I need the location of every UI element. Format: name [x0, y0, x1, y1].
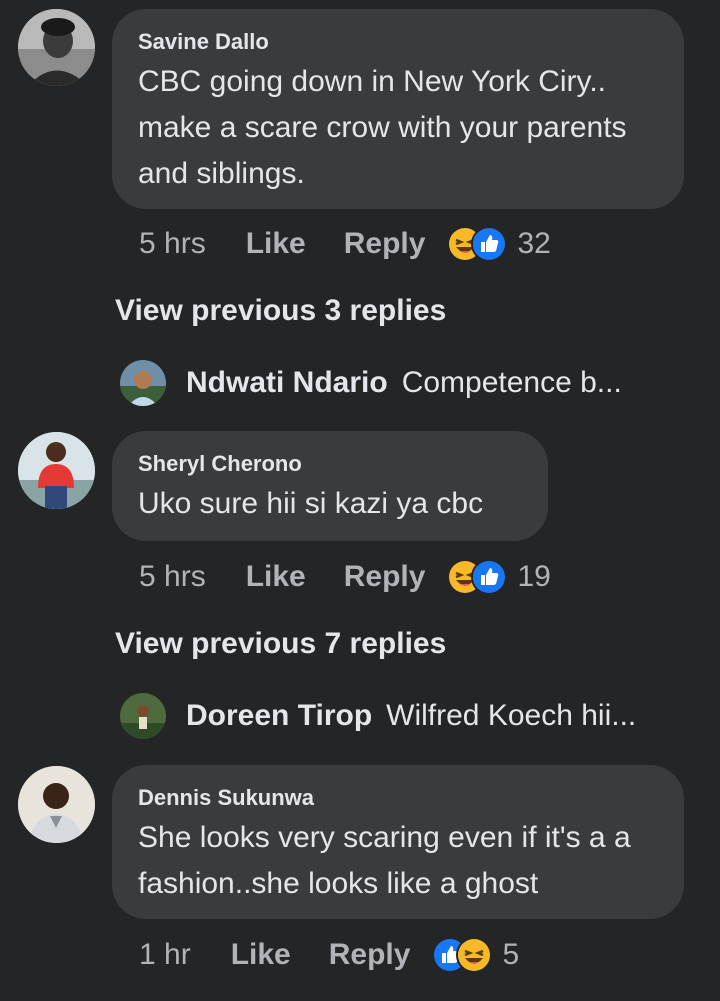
reply-button[interactable]: Reply	[329, 938, 411, 972]
avatar[interactable]	[18, 432, 95, 509]
like-icon	[471, 559, 508, 595]
like-button[interactable]: Like	[231, 938, 291, 972]
comment-time[interactable]: 5 hrs	[139, 227, 206, 261]
view-previous-replies[interactable]: View previous 7 replies	[115, 627, 446, 661]
reply-snippet: Competence b...	[401, 366, 622, 399]
reply-author: Doreen Tirop	[186, 699, 373, 732]
reply-preview[interactable]: Ndwati Ndario Competence b...	[120, 359, 680, 407]
haha-icon	[456, 937, 493, 973]
comment-time[interactable]: 1 hr	[139, 938, 191, 972]
like-button[interactable]: Like	[246, 227, 306, 261]
comment-text: CBC going down in New York Ciry.. make a…	[138, 65, 627, 190]
like-button[interactable]: Like	[246, 560, 306, 594]
comment-bubble: Dennis Sukunwa She looks very scaring ev…	[112, 765, 684, 919]
reply-snippet: Wilfred Koech hii...	[386, 699, 637, 732]
like-icon	[471, 226, 508, 262]
reply-button[interactable]: Reply	[344, 227, 426, 261]
avatar[interactable]	[18, 766, 95, 843]
comment-text: Uko sure hii si kazi ya cbc	[138, 487, 484, 520]
reactions-summary[interactable]: 5	[432, 937, 519, 973]
comment-actions: 5 hrs Like Reply 32	[139, 224, 551, 264]
reaction-count: 19	[517, 560, 551, 593]
reply-author: Ndwati Ndario	[186, 366, 388, 399]
comment-author[interactable]: Sheryl Cherono	[138, 451, 522, 477]
reaction-count: 32	[517, 227, 551, 260]
comment-text: She looks very scaring even if it's a a …	[138, 821, 631, 900]
reactions-summary[interactable]: 19	[447, 559, 551, 595]
avatar-photo-icon	[18, 9, 95, 86]
reaction-count: 5	[502, 938, 520, 971]
avatar[interactable]	[18, 9, 95, 86]
comments-thread: Savine Dallo CBC going down in New York …	[0, 0, 720, 1001]
comment-bubble: Sheryl Cherono Uko sure hii si kazi ya c…	[112, 431, 548, 541]
comment-actions: 1 hr Like Reply 5	[139, 935, 519, 975]
comment-bubble: Savine Dallo CBC going down in New York …	[112, 9, 684, 209]
comment-author[interactable]: Savine Dallo	[138, 29, 658, 55]
avatar-photo-icon	[18, 766, 95, 843]
reactions-summary[interactable]: 32	[447, 226, 551, 262]
reply-button[interactable]: Reply	[344, 560, 426, 594]
comment-actions: 5 hrs Like Reply 19	[139, 557, 551, 597]
avatar	[120, 693, 166, 739]
comment-time[interactable]: 5 hrs	[139, 560, 206, 594]
view-previous-replies[interactable]: View previous 3 replies	[115, 294, 446, 328]
avatar	[120, 360, 166, 406]
comment-author[interactable]: Dennis Sukunwa	[138, 785, 658, 811]
reply-preview[interactable]: Doreen Tirop Wilfred Koech hii...	[120, 692, 680, 740]
avatar-photo-icon	[18, 432, 95, 509]
